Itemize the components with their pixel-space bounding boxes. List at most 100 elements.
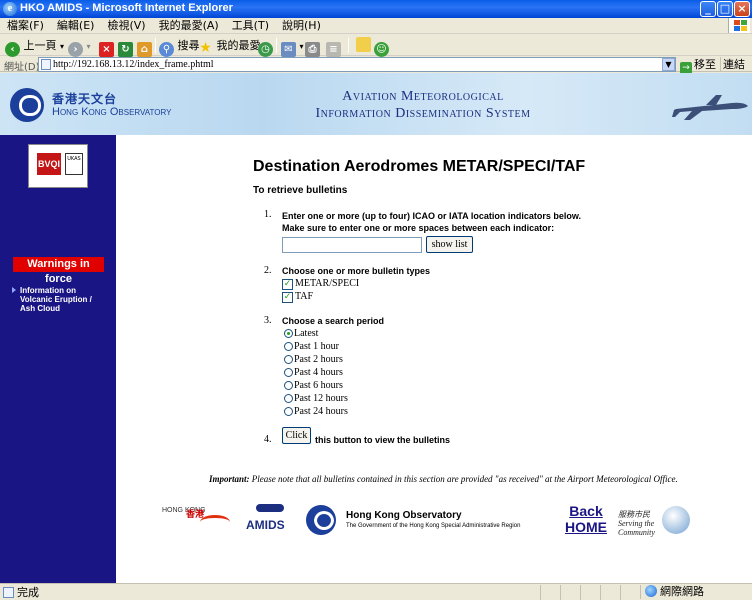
serving-english: Serving the Community xyxy=(618,519,655,537)
bullet-arrow-icon xyxy=(12,287,16,293)
hko-name-chinese: 香港天文台 xyxy=(52,92,118,106)
hko-name-english: Hong Kong Observatory xyxy=(52,106,172,118)
status-bar: 完成 網際網路 xyxy=(0,583,752,600)
period-radio-latest[interactable] xyxy=(284,329,293,338)
history-button[interactable]: ◷ xyxy=(258,37,273,57)
page-done-icon xyxy=(3,587,14,598)
stop-icon: × xyxy=(99,42,114,57)
menu-tools[interactable]: 工具(T) xyxy=(225,18,275,33)
messenger-button[interactable]: ☺ xyxy=(374,37,389,57)
amids-logo[interactable]: AMIDS xyxy=(246,502,294,532)
back-button[interactable]: ‹ 上一頁 ▾ xyxy=(5,37,65,57)
period-radio-12h[interactable] xyxy=(284,394,293,403)
minimize-button[interactable]: _ xyxy=(700,1,716,17)
favorites-button[interactable]: ★ 我的最愛 xyxy=(198,37,261,56)
address-dropdown-icon[interactable]: ▼ xyxy=(662,58,675,71)
menu-help[interactable]: 說明(H) xyxy=(275,18,327,33)
home-icon: ⌂ xyxy=(137,42,152,57)
metar-speci-label: METAR/SPECI xyxy=(295,278,360,289)
period-label: Past 4 hours xyxy=(294,367,343,378)
metar-speci-checkbox[interactable]: ✓ xyxy=(282,279,293,290)
main-panel: Destination Aerodromes METAR/SPECI/TAF T… xyxy=(116,135,752,583)
warnings-in-force-link[interactable]: Warnings in force xyxy=(13,257,104,285)
windows-logo-icon xyxy=(728,18,750,33)
important-note: Important: Please note that all bulletin… xyxy=(209,474,678,484)
print-button[interactable]: ⎙ xyxy=(305,37,320,57)
step2-title: Choose one or more bulletin types xyxy=(282,266,431,276)
forward-button[interactable]: › ▾ xyxy=(68,37,91,57)
home-text: HOME xyxy=(565,519,607,535)
amids-text: AMIDS xyxy=(246,518,285,532)
refresh-button[interactable]: ↻ xyxy=(118,37,133,57)
maximize-button[interactable]: □ xyxy=(717,1,733,17)
mail-icon: ✉ xyxy=(281,42,296,57)
ukas-logo: UKAS xyxy=(65,153,83,175)
favorites-label: 我的最愛 xyxy=(216,39,261,52)
period-radio-1h[interactable] xyxy=(284,342,293,351)
folder-button[interactable] xyxy=(356,37,371,54)
toolbar-separator xyxy=(155,38,156,53)
toolbar: ‹ 上一頁 ▾ › ▾ × ↻ ⌂ ⚲ 搜尋 ★ 我的最愛 ◷ ✉ ▾ ⎙ ≡ … xyxy=(0,34,752,57)
close-button[interactable]: × xyxy=(734,1,750,17)
show-list-button[interactable]: show list xyxy=(426,236,473,253)
status-divider xyxy=(540,585,541,600)
search-button[interactable]: ⚲ 搜尋 xyxy=(159,37,200,57)
mail-dropdown-icon: ▾ xyxy=(299,42,304,51)
period-radio-4h[interactable] xyxy=(284,368,293,377)
step3-title: Choose a search period xyxy=(282,316,385,326)
period-radio-2h[interactable] xyxy=(284,355,293,364)
menu-favorites[interactable]: 我的最愛(A) xyxy=(152,18,225,33)
status-divider xyxy=(600,585,601,600)
click-submit-button[interactable]: Click xyxy=(282,427,311,444)
security-zone: 網際網路 xyxy=(640,585,704,599)
refresh-icon: ↻ xyxy=(118,42,133,57)
period-label: Past 1 hour xyxy=(294,341,339,352)
step-number: 3. xyxy=(264,315,272,326)
airplane-icon xyxy=(256,504,284,512)
hko-footer-logo[interactable]: Hong Kong Observatory The Government of … xyxy=(306,505,556,535)
home-button[interactable]: ⌂ xyxy=(137,37,152,57)
title-bar[interactable]: e HKO AMIDS - Microsoft Internet Explore… xyxy=(0,0,752,18)
location-indicator-input[interactable] xyxy=(282,237,422,253)
taf-checkbox[interactable]: ✓ xyxy=(282,292,293,303)
brand-hong-kong-logo[interactable]: HONG KONG 香港 xyxy=(162,507,230,529)
search-label: 搜尋 xyxy=(177,39,200,52)
stop-button[interactable]: × xyxy=(99,37,114,57)
browser-window: e HKO AMIDS - Microsoft Internet Explore… xyxy=(0,0,752,600)
menu-edit[interactable]: 編輯(E) xyxy=(50,18,101,33)
retrieve-heading: To retrieve bulletins xyxy=(253,185,348,196)
volcanic-info-link[interactable]: Information on Volcanic Eruption / Ash C… xyxy=(20,286,106,313)
edit-document-icon: ≡ xyxy=(326,42,341,57)
back-dropdown-icon: ▾ xyxy=(60,42,65,51)
step-number: 2. xyxy=(264,265,272,276)
status-text: 完成 xyxy=(3,586,39,599)
period-radio-6h[interactable] xyxy=(284,381,293,390)
step1-instruction: Enter one or more (up to four) ICAO or I… xyxy=(282,211,582,221)
step-number: 1. xyxy=(264,209,272,220)
links-button[interactable]: 連結 xyxy=(720,57,745,72)
status-divider xyxy=(620,585,621,600)
hko-footer-name: Hong Kong Observatory xyxy=(346,510,462,521)
period-radio-24h[interactable] xyxy=(284,407,293,416)
step4-text: this button to view the bulletins xyxy=(315,435,450,445)
page-content: 香港天文台 Hong Kong Observatory Aviation Met… xyxy=(0,73,752,583)
menu-view[interactable]: 檢視(V) xyxy=(100,18,151,33)
go-button[interactable]: → 移至 xyxy=(680,57,716,74)
serving-community-logo[interactable]: 服務市民 Serving the Community xyxy=(618,506,690,537)
back-label: 上一頁 xyxy=(23,39,57,52)
mail-button[interactable]: ✉ ▾ xyxy=(281,37,304,57)
page-icon xyxy=(41,59,51,70)
period-label: Latest xyxy=(294,328,319,339)
period-label: Past 2 hours xyxy=(294,354,343,365)
hko-footer-subtitle: The Government of the Hong Kong Special … xyxy=(346,523,521,529)
address-input[interactable]: http://192.168.13.12/index_frame.phtml xyxy=(38,57,676,72)
hko-logo-icon[interactable] xyxy=(10,88,44,122)
edit-button[interactable]: ≡ xyxy=(326,37,341,57)
page-title: Destination Aerodromes METAR/SPECI/TAF xyxy=(253,158,586,175)
status-divider xyxy=(560,585,561,600)
back-arrow-icon: ‹ xyxy=(5,42,20,57)
back-home-link[interactable]: Back HOME xyxy=(560,504,612,536)
step1-instruction-2: Make sure to enter one or more spaces be… xyxy=(282,223,555,233)
menu-file[interactable]: 檔案(F) xyxy=(0,18,50,33)
system-title-line2: Information Dissemination System xyxy=(315,106,531,121)
